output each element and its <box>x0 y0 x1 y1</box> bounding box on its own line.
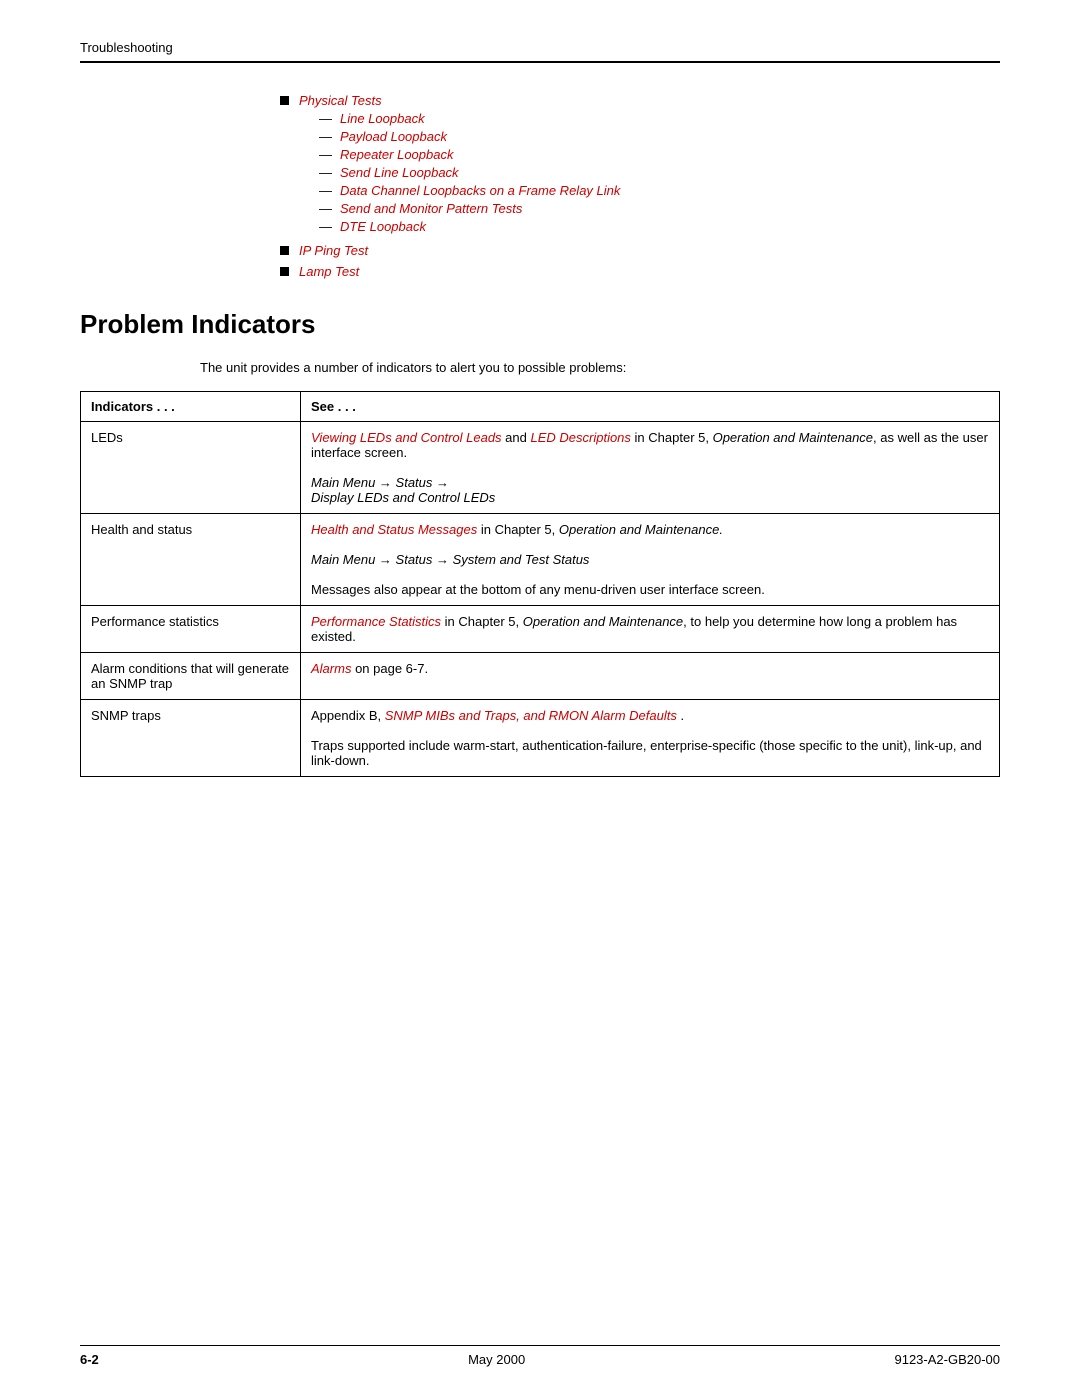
list-item: — Send Line Loopback <box>319 165 620 180</box>
bullet-label[interactable]: IP Ping Test <box>299 243 368 258</box>
footer-page-number: 6-2 <box>80 1352 99 1367</box>
dash-icon: — <box>319 219 332 234</box>
list-item: — Send and Monitor Pattern Tests <box>319 201 620 216</box>
health-link[interactable]: Health and Status Messages <box>311 522 477 537</box>
sub-bullet-label[interactable]: Send Line Loopback <box>340 165 459 180</box>
alarms-link[interactable]: Alarms <box>311 661 351 676</box>
indicator-cell: LEDs <box>81 422 301 514</box>
bullet-label[interactable]: Physical Tests <box>299 93 382 108</box>
bullet-label[interactable]: Lamp Test <box>299 264 359 279</box>
sub-bullet-label[interactable]: Repeater Loopback <box>340 147 453 162</box>
perf-link[interactable]: Performance Statistics <box>311 614 441 629</box>
see-cell: Health and Status Messages in Chapter 5,… <box>301 514 1000 606</box>
see-cell: Alarms on page 6-7. <box>301 653 1000 700</box>
indicators-table: Indicators . . . See . . . LEDs Viewing … <box>80 391 1000 777</box>
table-header-indicators: Indicators . . . <box>81 392 301 422</box>
indicator-cell: Performance statistics <box>81 606 301 653</box>
dash-icon: — <box>319 129 332 144</box>
indicator-cell: Alarm conditions that will generate an S… <box>81 653 301 700</box>
dash-icon: — <box>319 165 332 180</box>
dash-icon: — <box>319 183 332 198</box>
section-heading: Problem Indicators <box>80 309 1000 340</box>
list-item: Lamp Test <box>280 264 1000 279</box>
header-title: Troubleshooting <box>80 40 173 55</box>
dash-icon: — <box>319 147 332 162</box>
list-item: — Line Loopback <box>319 111 620 126</box>
list-item: — Repeater Loopback <box>319 147 620 162</box>
footer-document-id: 9123-A2-GB20-00 <box>894 1352 1000 1367</box>
leds-desc-link[interactable]: LED Descriptions <box>530 430 630 445</box>
dash-icon: — <box>319 201 332 216</box>
see-cell: Viewing LEDs and Control Leads and LED D… <box>301 422 1000 514</box>
page-header: Troubleshooting <box>80 40 1000 63</box>
list-item: Physical Tests — Line Loopback — Payload… <box>280 93 1000 237</box>
list-item: — DTE Loopback <box>319 219 620 234</box>
snmp-link[interactable]: SNMP MIBs and Traps, and RMON Alarm Defa… <box>385 708 677 723</box>
sub-bullet-label[interactable]: Payload Loopback <box>340 129 447 144</box>
bullet-square-icon <box>280 246 289 255</box>
leds-viewing-link[interactable]: Viewing LEDs and Control Leads <box>311 430 502 445</box>
table-row: Health and status Health and Status Mess… <box>81 514 1000 606</box>
intro-text: The unit provides a number of indicators… <box>200 360 1000 375</box>
see-cell: Appendix B, SNMP MIBs and Traps, and RMO… <box>301 700 1000 777</box>
sub-bullet-label[interactable]: Data Channel Loopbacks on a Frame Relay … <box>340 183 620 198</box>
bullet-section: Physical Tests — Line Loopback — Payload… <box>280 93 1000 279</box>
leds-menu-path: Main Menu → Status →Display LEDs and Con… <box>311 475 495 505</box>
health-menu-path: Main Menu → Status → System and Test Sta… <box>311 552 589 567</box>
bullet-square-icon <box>280 267 289 276</box>
sub-bullet-label[interactable]: DTE Loopback <box>340 219 426 234</box>
table-row: SNMP traps Appendix B, SNMP MIBs and Tra… <box>81 700 1000 777</box>
sub-bullet-label[interactable]: Send and Monitor Pattern Tests <box>340 201 522 216</box>
table-row: LEDs Viewing LEDs and Control Leads and … <box>81 422 1000 514</box>
bullet-square-icon <box>280 96 289 105</box>
list-item: — Data Channel Loopbacks on a Frame Rela… <box>319 183 620 198</box>
table-header-see: See . . . <box>301 392 1000 422</box>
list-item: — Payload Loopback <box>319 129 620 144</box>
footer-date: May 2000 <box>468 1352 525 1367</box>
page-footer: 6-2 May 2000 9123-A2-GB20-00 <box>80 1345 1000 1367</box>
indicator-cell: SNMP traps <box>81 700 301 777</box>
table-row: Alarm conditions that will generate an S… <box>81 653 1000 700</box>
see-cell: Performance Statistics in Chapter 5, Ope… <box>301 606 1000 653</box>
table-row: Performance statistics Performance Stati… <box>81 606 1000 653</box>
sub-bullet-list: — Line Loopback — Payload Loopback — Rep… <box>319 111 620 234</box>
sub-bullet-label[interactable]: Line Loopback <box>340 111 425 126</box>
dash-icon: — <box>319 111 332 126</box>
list-item: IP Ping Test <box>280 243 1000 258</box>
indicator-cell: Health and status <box>81 514 301 606</box>
snmp-trap-description: Traps supported include warm-start, auth… <box>311 738 982 768</box>
